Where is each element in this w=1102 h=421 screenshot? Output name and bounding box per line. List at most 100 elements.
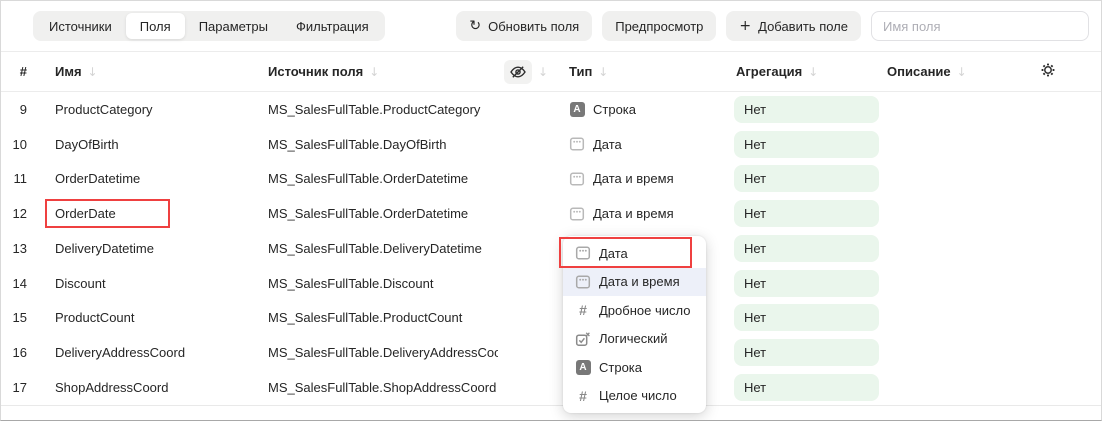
tab[interactable]: Источники — [35, 13, 126, 39]
row-number: 15 — [1, 310, 47, 325]
preview-label: Предпросмотр — [615, 19, 703, 34]
table-row: 15 ProductCount MS_SalesFullTable.Produc… — [1, 301, 1101, 336]
dropdown-item[interactable]: # Целое число — [563, 382, 706, 411]
field-aggregation-cell: Нет — [734, 304, 879, 331]
aggregation-pill[interactable]: Нет — [734, 96, 879, 123]
field-type-cell[interactable]: Дата — [562, 136, 734, 152]
row-number: 14 — [1, 276, 47, 291]
field-name-cell[interactable]: ShopAddressCoord — [47, 380, 268, 395]
type-icon — [569, 206, 585, 222]
add-field-label: Добавить поле — [758, 19, 848, 34]
dropdown-item-label: Дата и время — [599, 274, 680, 289]
type-icon — [569, 171, 585, 187]
field-source-cell: MS_SalesFullTable.ProductCategory — [268, 102, 498, 117]
type-icon: # — [575, 388, 591, 404]
dropdown-item-label: Строка — [599, 360, 642, 375]
field-type-cell[interactable]: A Строка — [562, 101, 734, 117]
field-name-cell[interactable]: Discount — [47, 276, 268, 291]
header-visibility[interactable]: ↓ — [498, 60, 562, 84]
field-name-cell[interactable]: ProductCount — [47, 310, 268, 325]
field-source-cell: MS_SalesFullTable.OrderDatetime — [268, 171, 498, 186]
field-aggregation-cell: Нет — [734, 165, 879, 192]
type-icon — [575, 331, 591, 347]
sort-arrow-icon: ↓ — [538, 65, 548, 79]
field-name-cell[interactable]: DayOfBirth — [47, 137, 268, 152]
table-row: 9 ProductCategory MS_SalesFullTable.Prod… — [1, 92, 1101, 127]
sort-arrow-icon: ↓ — [88, 65, 98, 79]
tab[interactable]: Поля — [126, 13, 185, 39]
aggregation-pill[interactable]: Нет — [734, 374, 879, 401]
header-aggregation[interactable]: Агрегация↓ — [734, 64, 879, 79]
table-row: 14 Discount MS_SalesFullTable.Discount Н… — [1, 266, 1101, 301]
aggregation-pill[interactable]: Нет — [734, 270, 879, 297]
row-number: 16 — [1, 345, 47, 360]
field-aggregation-cell: Нет — [734, 131, 879, 158]
field-source-cell: MS_SalesFullTable.DeliveryAddressCoord — [268, 345, 498, 360]
field-name-cell[interactable]: ProductCategory — [47, 102, 268, 117]
type-icon — [575, 274, 591, 290]
tab[interactable]: Параметры — [185, 13, 282, 39]
add-field-button[interactable]: + Добавить поле — [726, 11, 861, 41]
table-header: # Имя↓ Источник поля↓ ↓ Тип↓ Агрегация↓ … — [1, 52, 1101, 92]
field-source-cell: MS_SalesFullTable.DeliveryDatetime — [268, 241, 498, 256]
aggregation-pill[interactable]: Нет — [734, 165, 879, 192]
header-description[interactable]: Описание↓ — [879, 64, 1039, 79]
toolbar-actions: ↻ Обновить поля Предпросмотр + Добавить … — [456, 11, 1089, 41]
header-number: # — [1, 64, 47, 79]
row-number: 10 — [1, 137, 47, 152]
toolbar: Источники Поля Параметры Фильтрация ↻ Об… — [1, 1, 1101, 52]
type-icon — [575, 245, 591, 261]
fields-table-body: 9 ProductCategory MS_SalesFullTable.Prod… — [1, 92, 1101, 406]
table-row: 11 OrderDatetime MS_SalesFullTable.Order… — [1, 162, 1101, 197]
header-name[interactable]: Имя↓ — [47, 64, 268, 79]
table-row: 13 DeliveryDatetime MS_SalesFullTable.De… — [1, 231, 1101, 266]
field-name-cell[interactable]: OrderDate — [47, 206, 268, 221]
tab-label: Параметры — [199, 19, 268, 34]
sort-arrow-icon: ↓ — [598, 65, 608, 79]
aggregation-pill[interactable]: Нет — [734, 235, 879, 262]
dropdown-item[interactable]: A Строка — [563, 353, 706, 382]
dropdown-item[interactable]: Дата и время — [563, 268, 706, 297]
field-name-search-input[interactable] — [871, 11, 1089, 41]
table-row: 10 DayOfBirth MS_SalesFullTable.DayOfBir… — [1, 127, 1101, 162]
dropdown-item[interactable]: # Дробное число — [563, 296, 706, 325]
dropdown-item[interactable]: Дата — [563, 239, 706, 268]
field-source-cell: MS_SalesFullTable.ShopAddressCoord — [268, 380, 498, 395]
type-select-dropdown: Дата Дата и время # — [563, 236, 706, 413]
type-icon: A — [569, 101, 585, 117]
field-type-cell[interactable]: Дата и время — [562, 171, 734, 187]
type-icon — [569, 136, 585, 152]
field-source-cell: MS_SalesFullTable.ProductCount — [268, 310, 498, 325]
preview-button[interactable]: Предпросмотр — [602, 11, 716, 41]
row-number: 13 — [1, 241, 47, 256]
table-row: 16 DeliveryAddressCoord MS_SalesFullTabl… — [1, 335, 1101, 370]
tab-label: Источники — [49, 19, 112, 34]
field-name-cell[interactable]: DeliveryDatetime — [47, 241, 268, 256]
plus-icon: + — [739, 19, 751, 33]
eye-off-icon[interactable] — [504, 60, 532, 84]
aggregation-pill[interactable]: Нет — [734, 131, 879, 158]
header-source[interactable]: Источник поля↓ — [268, 64, 498, 79]
tab[interactable]: Фильтрация — [282, 13, 383, 39]
dropdown-item-label: Логический — [599, 331, 667, 346]
aggregation-pill[interactable]: Нет — [734, 339, 879, 366]
gear-icon[interactable] — [1039, 61, 1057, 82]
field-name-cell[interactable]: DeliveryAddressCoord — [47, 345, 268, 360]
row-number: 11 — [1, 171, 47, 186]
field-type-cell[interactable]: Дата и время — [562, 206, 734, 222]
tab-bar: Источники Поля Параметры Фильтрация — [33, 11, 385, 41]
aggregation-pill[interactable]: Нет — [734, 304, 879, 331]
field-name-cell[interactable]: OrderDatetime — [47, 171, 268, 186]
refresh-fields-button[interactable]: ↻ Обновить поля — [456, 11, 592, 41]
header-type[interactable]: Тип↓ — [562, 64, 734, 79]
field-aggregation-cell: Нет — [734, 235, 879, 262]
dropdown-item[interactable]: Логический — [563, 325, 706, 354]
dropdown-item-label: Целое число — [599, 388, 677, 403]
row-number: 12 — [1, 206, 47, 221]
type-icon: A — [575, 359, 591, 375]
row-number: 17 — [1, 380, 47, 395]
dropdown-item-label: Дробное число — [599, 303, 690, 318]
type-icon: # — [575, 302, 591, 318]
field-aggregation-cell: Нет — [734, 96, 879, 123]
aggregation-pill[interactable]: Нет — [734, 200, 879, 227]
